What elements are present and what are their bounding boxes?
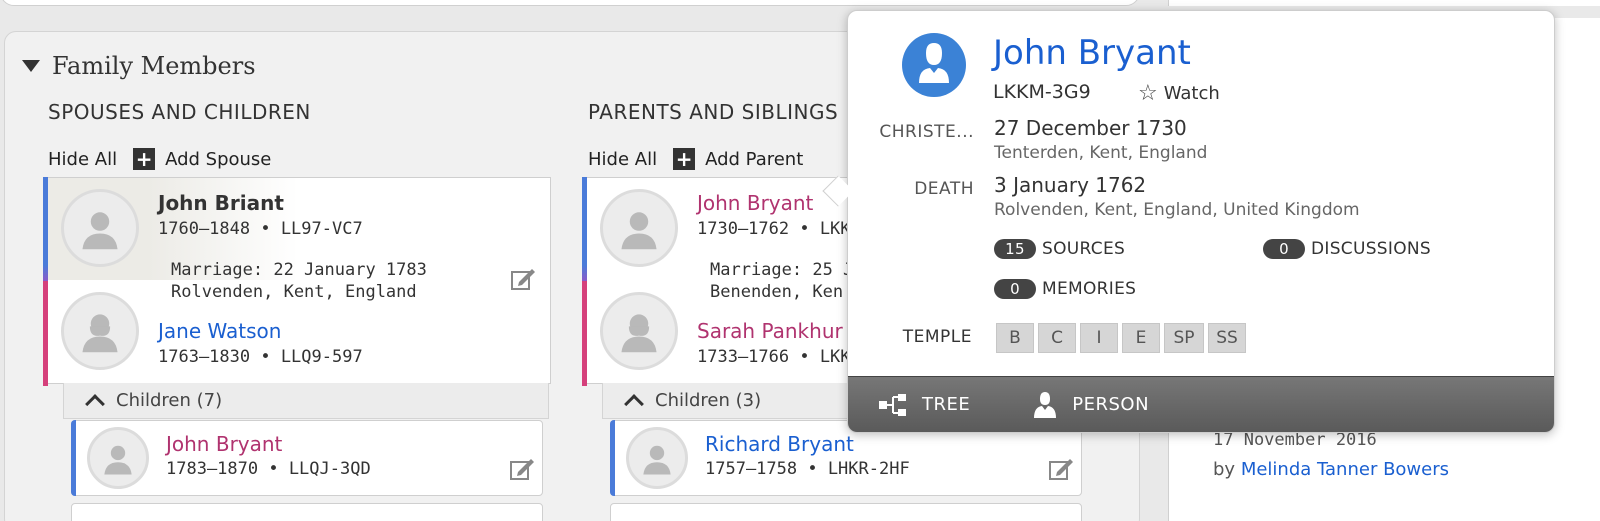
- memories-label: MEMORIES: [1042, 279, 1137, 299]
- ordinance-sp[interactable]: SP: [1164, 323, 1204, 353]
- person-popover: John Bryant LKKM-3G9 ☆ Watch CHRISTE... …: [847, 10, 1555, 433]
- person-button[interactable]: PERSON: [1032, 391, 1149, 419]
- author-link[interactable]: Melinda Tanner Bowers: [1241, 459, 1449, 480]
- sources-count: 15: [994, 239, 1036, 259]
- female-stripe: [582, 281, 587, 386]
- sibling-card: [610, 503, 1082, 521]
- chevron-up-icon[interactable]: [624, 393, 644, 414]
- plus-icon[interactable]: +: [133, 148, 156, 170]
- sibling-name[interactable]: Richard Bryant: [705, 432, 854, 456]
- add-spouse-link[interactable]: Add Spouse: [165, 149, 271, 170]
- change-author: by Melinda Tanner Bowers: [1213, 459, 1449, 480]
- ordinance-b[interactable]: B: [996, 323, 1034, 353]
- previous-card: [0, 0, 1140, 6]
- marriage-date: Marriage: 25 Ju: [710, 260, 864, 280]
- event-place: Tenterden, Kent, England: [994, 143, 1208, 163]
- previous-card-right: [1168, 0, 1600, 6]
- children-label: Children (3): [655, 390, 762, 411]
- tree-button[interactable]: TREE: [878, 393, 970, 417]
- person-silhouette-icon[interactable]: [87, 427, 149, 489]
- male-stripe: [582, 177, 587, 281]
- event-date: 3 January 1762: [994, 173, 1147, 197]
- male-stripe: [71, 420, 76, 496]
- event-date: 27 December 1730: [994, 116, 1187, 140]
- wife-meta: 1763–1830 • LLQ9-597: [158, 347, 363, 367]
- edit-icon[interactable]: [1048, 457, 1074, 481]
- star-icon[interactable]: ☆: [1138, 81, 1158, 106]
- couple-card: John Briant 1760–1848 • LL97-VC7 Marriag…: [43, 177, 551, 386]
- edit-icon[interactable]: [510, 267, 536, 291]
- male-stripe: [610, 420, 615, 496]
- spouses-actions: Hide All + Add Spouse: [48, 148, 271, 170]
- event-label: CHRISTE...: [879, 122, 974, 142]
- hide-all-link[interactable]: Hide All: [48, 149, 117, 170]
- tree-label: TREE: [922, 394, 971, 415]
- discussions-label: DISCUSSIONS: [1311, 239, 1431, 259]
- popover-person-name[interactable]: John Bryant: [993, 33, 1191, 73]
- parents-heading: PARENTS AND SIBLINGS: [588, 100, 839, 124]
- person-silhouette-icon[interactable]: [600, 189, 678, 267]
- ordinance-ss[interactable]: SS: [1208, 323, 1246, 353]
- watch-label: Watch: [1163, 83, 1220, 104]
- person-silhouette-icon[interactable]: [61, 189, 139, 267]
- husband-name[interactable]: John Briant: [158, 191, 284, 215]
- children-label: Children (7): [116, 390, 223, 411]
- child-meta: 1783–1870 • LLQJ-3QD: [166, 459, 371, 479]
- section-title: Family Members: [52, 52, 256, 80]
- memories-stat[interactable]: 0 MEMORIES: [994, 279, 1136, 299]
- memories-count: 0: [994, 279, 1036, 299]
- person-icon: [1034, 391, 1057, 418]
- person-silhouette-icon[interactable]: [626, 427, 688, 489]
- children-toggle[interactable]: Children (7): [63, 383, 549, 419]
- sources-label: SOURCES: [1042, 239, 1126, 259]
- event-place: Rolvenden, Kent, England, United Kingdom: [994, 200, 1360, 220]
- father-name[interactable]: John Bryant: [697, 191, 813, 215]
- popover-person-id: LKKM-3G9: [993, 81, 1091, 103]
- sibling-meta: 1757–1758 • LHKR-2HF: [705, 459, 910, 479]
- temple-label: TEMPLE: [902, 327, 972, 347]
- popover-footer: TREE PERSON: [848, 376, 1554, 432]
- marriage-place: Benenden, Ken: [710, 282, 844, 302]
- person-icon: [902, 33, 966, 97]
- female-stripe: [43, 281, 48, 386]
- chevron-up-icon[interactable]: [85, 393, 105, 414]
- person-silhouette-icon[interactable]: [61, 292, 139, 370]
- person-label: PERSON: [1072, 394, 1150, 415]
- marriage-date: Marriage: 22 January 1783: [171, 260, 427, 280]
- event-label: DEATH: [914, 179, 974, 199]
- parents-actions: Hide All + Add Parent: [588, 148, 803, 170]
- edit-icon[interactable]: [509, 457, 535, 481]
- spouses-heading: SPOUSES AND CHILDREN: [48, 100, 311, 124]
- ordinance-e[interactable]: E: [1122, 323, 1160, 353]
- child-card: [71, 503, 543, 521]
- plus-icon[interactable]: +: [673, 148, 696, 170]
- triangle-down-icon[interactable]: [22, 60, 40, 72]
- watch-button[interactable]: ☆ Watch: [1138, 81, 1220, 106]
- hide-all-link[interactable]: Hide All: [588, 149, 657, 170]
- marriage-place: Rolvenden, Kent, England: [171, 282, 417, 302]
- ordinance-i[interactable]: I: [1080, 323, 1118, 353]
- discussions-count: 0: [1263, 239, 1305, 259]
- section-header[interactable]: Family Members: [22, 52, 256, 80]
- person-silhouette-icon[interactable]: [600, 292, 678, 370]
- mother-meta: 1733–1766 • LKK: [697, 347, 851, 367]
- child-name[interactable]: John Bryant: [166, 432, 282, 456]
- husband-meta: 1760–1848 • LL97-VC7: [158, 219, 363, 239]
- wife-name[interactable]: Jane Watson: [158, 319, 281, 343]
- tree-icon: [879, 393, 906, 416]
- by-prefix: by: [1213, 459, 1241, 480]
- child-card: John Bryant 1783–1870 • LLQJ-3QD: [71, 420, 543, 496]
- change-date: 17 November 2016: [1213, 430, 1377, 450]
- ordinance-c[interactable]: C: [1038, 323, 1076, 353]
- discussions-stat[interactable]: 0 DISCUSSIONS: [1263, 239, 1431, 259]
- male-stripe: [43, 177, 48, 281]
- sources-stat[interactable]: 15 SOURCES: [994, 239, 1125, 259]
- add-parent-link[interactable]: Add Parent: [705, 149, 803, 170]
- father-meta: 1730–1762 • LKK: [697, 219, 851, 239]
- mother-name[interactable]: Sarah Pankhur: [697, 319, 843, 343]
